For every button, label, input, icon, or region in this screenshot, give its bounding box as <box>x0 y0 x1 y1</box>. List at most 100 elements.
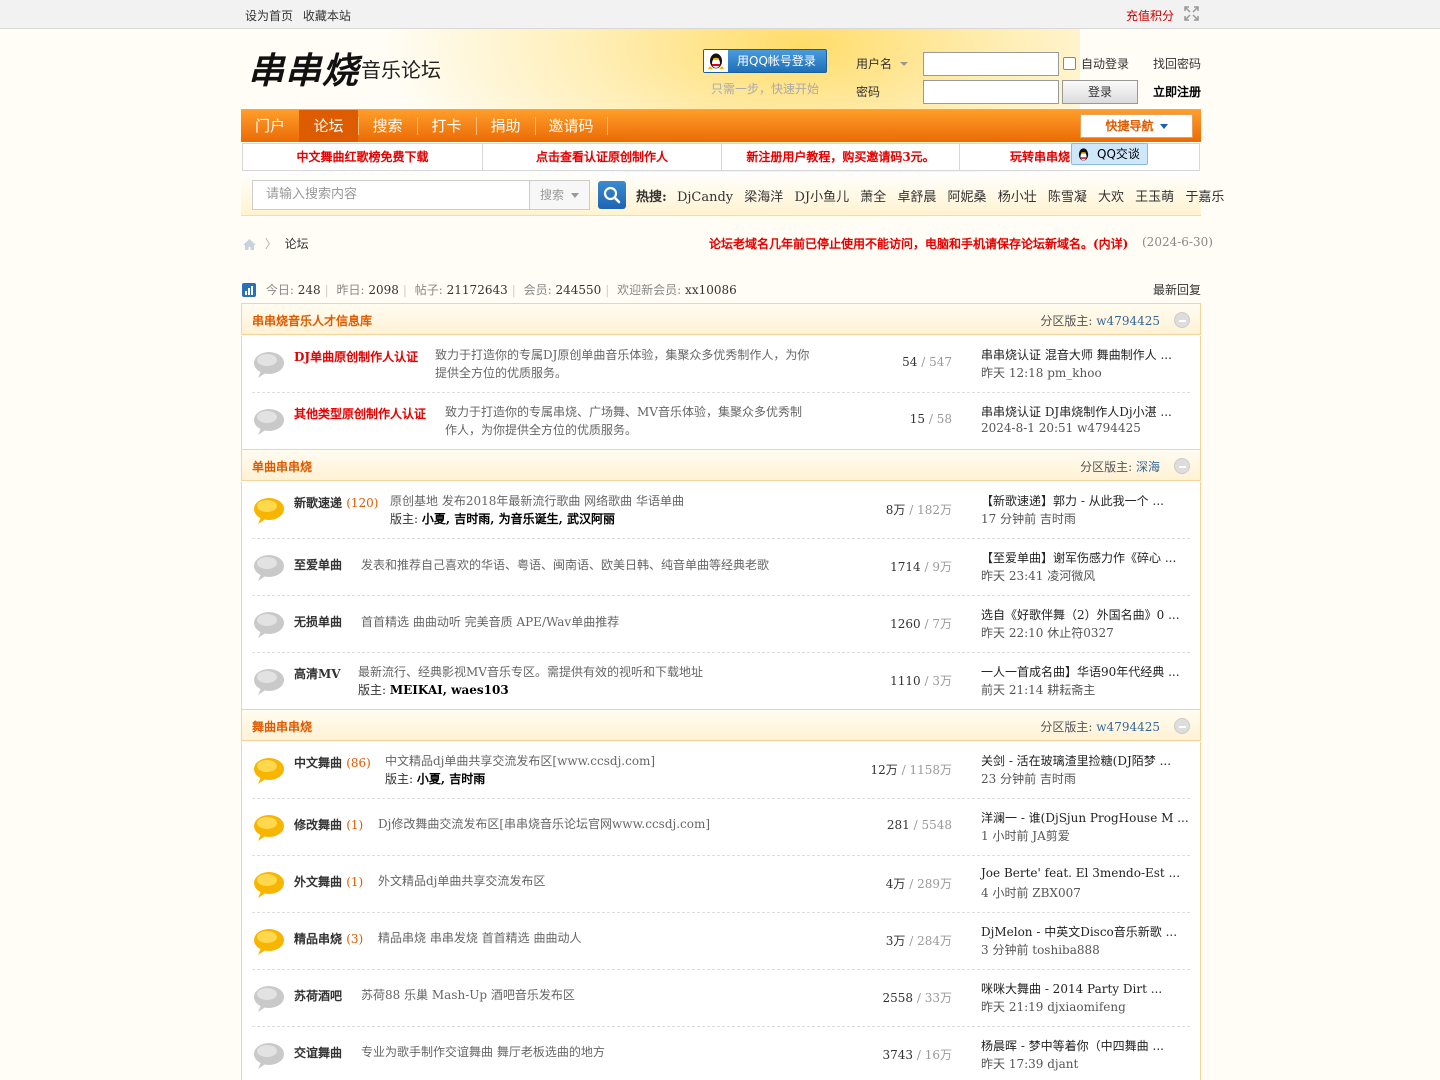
last-post-meta[interactable]: 2024-8-1 20:51 w4794425 <box>981 421 1141 435</box>
auto-login-checkbox[interactable] <box>1063 57 1076 70</box>
fullscreen-icon[interactable] <box>1184 6 1199 21</box>
forum-name-link[interactable]: DJ单曲原创制作人认证 <box>294 348 418 365</box>
last-post-link[interactable]: Joe Berte' feat. El 3mendo-Est ... <box>981 866 1180 880</box>
section-mod-link[interactable]: w4794425 <box>1096 314 1160 328</box>
favorite-link[interactable]: 收藏本站 <box>303 9 351 23</box>
hot-search-item[interactable]: 卓舒晨 <box>897 190 936 205</box>
hot-search-item[interactable]: 阿妮桑 <box>948 190 987 205</box>
last-post-meta[interactable]: 前天 21:14 耕耘斋主 <box>981 681 1095 698</box>
last-post-meta[interactable]: 3 分钟前 toshiba888 <box>981 941 1100 958</box>
forum-name-link[interactable]: 苏荷酒吧 <box>294 987 342 1004</box>
forum-name-link[interactable]: 无损单曲 <box>294 613 342 630</box>
username-field[interactable] <box>923 52 1059 76</box>
search-button[interactable] <box>598 181 626 209</box>
last-post-link[interactable]: 洋澜一 - 谁(DjSjun ProgHouse M ... <box>981 809 1189 826</box>
hot-search-item[interactable]: 梁海洋 <box>744 190 783 205</box>
promo-link-tutorial[interactable]: 新注册用户教程，购买邀请码3元。 <box>722 144 960 171</box>
last-post-meta[interactable]: 昨天 12:18 pm_khoo <box>981 364 1102 381</box>
forum-mod-links[interactable]: 小夏, 吉时雨, 为音乐诞生, 武汉阿丽 <box>422 512 615 526</box>
forum-name-link[interactable]: 修改舞曲 (1) <box>294 816 363 833</box>
last-post-link[interactable]: 一人一首成名曲】华语90年代经典 ... <box>981 663 1180 680</box>
last-post-meta[interactable]: 昨天 21:19 djxiaomifeng <box>981 998 1126 1015</box>
collapse-icon[interactable] <box>1174 458 1190 474</box>
promo-link-producers[interactable]: 点击查看认证原创制作人 <box>483 144 722 171</box>
nav-item-forum[interactable]: 论坛 <box>299 110 358 142</box>
last-post-link[interactable]: 串串烧认证 DJ串烧制作人Dj小湛 ... <box>981 403 1172 420</box>
hot-search-item[interactable]: 王玉萌 <box>1135 190 1174 205</box>
qq-chat-button[interactable]: QQ交谈 <box>1071 143 1148 165</box>
last-post-link[interactable]: 【新歌速递】郭力 - 从此我一个 ... <box>981 492 1164 509</box>
forum-name-link[interactable]: 新歌速递 (120) <box>294 494 378 511</box>
section-title[interactable]: 舞曲串串烧 <box>252 718 312 735</box>
hot-search-item[interactable]: DJ小鱼儿 <box>794 190 849 205</box>
nav-item-checkin[interactable]: 打卡 <box>417 110 476 142</box>
home-icon[interactable] <box>242 238 257 251</box>
hot-search-item[interactable]: 于嘉乐 <box>1185 190 1224 205</box>
recharge-link[interactable]: 充值积分 <box>1126 7 1174 24</box>
stat-label: 欢迎新会员: <box>617 283 682 297</box>
stat-label: 昨日: <box>336 283 365 297</box>
forum-stats: 1260 / 7万 <box>890 617 952 631</box>
last-post-meta[interactable]: 昨天 22:10 休止符0327 <box>981 624 1114 641</box>
forum-name-link[interactable]: 其他类型原创制作人认证 <box>294 405 426 422</box>
forum-mod-links[interactable]: 小夏, 吉时雨 <box>417 772 485 786</box>
promo-link-chart[interactable]: 中文舞曲红歌榜免费下载 <box>243 144 483 171</box>
collapse-icon[interactable] <box>1174 718 1190 734</box>
last-post-meta[interactable]: 昨天 17:39 djant <box>981 1055 1078 1072</box>
last-post-link[interactable]: 【至爱单曲】谢军伤感力作《碎心 ... <box>981 549 1176 566</box>
forum-name-link[interactable]: 高清MV <box>294 665 341 682</box>
hot-search-item[interactable]: 陈雪凝 <box>1048 190 1087 205</box>
collapse-icon[interactable] <box>1174 312 1190 328</box>
nav-item-search[interactable]: 搜索 <box>358 110 417 142</box>
last-post-meta[interactable]: 23 分钟前 吉时雨 <box>981 770 1076 787</box>
username-label[interactable]: 用户名 <box>856 55 908 72</box>
last-post-meta[interactable]: 17 分钟前 吉时雨 <box>981 510 1076 527</box>
nav-item-portal[interactable]: 门户 <box>241 110 299 142</box>
section-title[interactable]: 单曲串串烧 <box>252 458 312 475</box>
section-header: 舞曲串串烧 分区版主: w4794425 <box>241 709 1201 741</box>
last-post-meta[interactable]: 1 小时前 JA剪爱 <box>981 827 1070 844</box>
auto-login-label[interactable]: 自动登录 <box>1081 55 1129 72</box>
nav-item-donate[interactable]: 捐助 <box>476 110 535 142</box>
nav-item-invite-code[interactable]: 邀请码 <box>535 110 607 142</box>
hot-search-item[interactable]: 大欢 <box>1098 190 1124 205</box>
last-post-meta[interactable]: 昨天 23:41 凌河微风 <box>981 567 1095 584</box>
register-link[interactable]: 立即注册 <box>1153 83 1201 100</box>
section-mod-label: 分区版主: <box>1040 720 1093 734</box>
hot-search-item[interactable]: DjCandy <box>677 190 733 205</box>
latest-replies-link[interactable]: 最新回复 <box>1153 281 1201 298</box>
section-title[interactable]: 串串烧音乐人才信息库 <box>252 312 372 329</box>
search-type-select[interactable]: 搜索 <box>529 180 590 210</box>
forum-name-link[interactable]: 交谊舞曲 <box>294 1044 342 1061</box>
search-input[interactable]: 请输入搜索内容 <box>252 180 530 210</box>
hot-search-item[interactable]: 杨小壮 <box>998 190 1037 205</box>
last-post-link[interactable]: 选自《好歌伴舞（2）外国名曲》0 ... <box>981 606 1180 623</box>
hot-search-item[interactable]: 萧全 <box>860 190 886 205</box>
forum-name-link[interactable]: 中文舞曲 (86) <box>294 754 371 771</box>
forgot-password-link[interactable]: 找回密码 <box>1153 55 1201 72</box>
forum-name-link[interactable]: 至爱单曲 <box>294 556 342 573</box>
forum-name-link[interactable]: 外文舞曲 (1) <box>294 873 363 890</box>
newest-member-link[interactable]: xx10086 <box>685 283 737 297</box>
forum-post-count: 289万 <box>917 877 952 891</box>
last-post-link[interactable]: 杨晨晖 - 梦中等着你（中四舞曲 ... <box>981 1037 1164 1054</box>
forum-mod-links[interactable]: MEIKAI, waes103 <box>390 683 509 697</box>
qq-login-button[interactable]: 用QQ帐号登录 <box>703 49 827 73</box>
last-post-link[interactable]: DjMelon - 中英文Disco音乐新歌 ... <box>981 923 1177 940</box>
announcement[interactable]: 论坛老域名几年前已停止使用不能访问，电脑和手机请保存论坛新域名。(内详) <box>709 235 1128 252</box>
last-post-link[interactable]: 串串烧认证 混音大师 舞曲制作人 ... <box>981 346 1172 363</box>
breadcrumb-current[interactable]: 论坛 <box>285 237 309 251</box>
last-post-link[interactable]: 咪咪大舞曲 - 2014 Party Dirt ... <box>981 980 1162 997</box>
last-post-link[interactable]: 关剑 - 活在玻璃渣里捡糖(DJ陌梦 ... <box>981 752 1171 769</box>
forum-name-link[interactable]: 精品串烧 (3) <box>294 930 363 947</box>
password-field[interactable] <box>923 80 1059 104</box>
forum-status-icon <box>254 758 284 784</box>
section-mod-link[interactable]: 深海 <box>1136 460 1160 474</box>
quick-nav-button[interactable]: 快捷导航 <box>1080 114 1193 138</box>
forum-row: DJ单曲原创制作人认证 致力于打造你的专属DJ原创单曲音乐体验，集聚众多优秀制作… <box>252 336 1190 393</box>
site-logo[interactable]: 串串烧 音乐论坛 <box>248 42 441 92</box>
section-mod-link[interactable]: w4794425 <box>1096 720 1160 734</box>
set-home-link[interactable]: 设为首页 <box>245 9 293 23</box>
login-button[interactable]: 登录 <box>1062 80 1138 104</box>
last-post-meta[interactable]: 4 小时前 ZBX007 <box>981 884 1081 901</box>
